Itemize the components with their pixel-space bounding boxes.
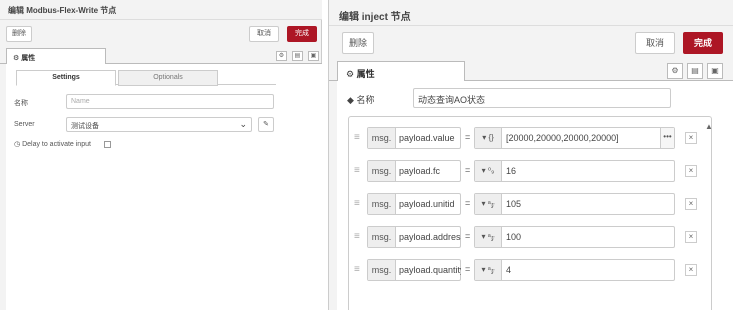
- property-value-field[interactable]: ▾ ᵃ𝓏 4: [474, 259, 675, 281]
- server-value: 测试设备: [71, 123, 99, 130]
- name-label: 名称: [14, 100, 28, 107]
- type-select[interactable]: ▾ ᵃ𝓏: [475, 194, 502, 214]
- property-value-field[interactable]: ▾ {} [20000,20000,20000,20000] •••: [474, 127, 675, 149]
- pencil-icon: ✎: [263, 121, 269, 128]
- modbus-edit-panel: 编辑 Modbus-Flex-Write 节点 删除 取消 完成 ⚙ 属性 ⚙ …: [0, 0, 322, 310]
- tab-bar: ⚙ 属性 ⚙ ▤ ▣: [0, 48, 322, 65]
- property-name-field[interactable]: msg. payload.quantity: [367, 259, 461, 281]
- panel-title: 编辑 inject 节点: [329, 0, 733, 26]
- scroll-up-icon[interactable]: ▲: [705, 122, 713, 131]
- tag-icon: ◆: [347, 95, 354, 105]
- appearance-icon[interactable]: ▣: [308, 51, 319, 61]
- gear-icon[interactable]: ⚙: [667, 63, 683, 79]
- properties-content: ◆ 名称 动态查询AO状态 ▲ ≡ msg. payload.value = ▾…: [337, 81, 733, 310]
- list-item: ≡ msg. payload.address = ▾ ᵃ𝓏 100 ×: [349, 226, 697, 248]
- remove-button[interactable]: ×: [685, 198, 697, 210]
- equals-sign: =: [465, 132, 471, 142]
- subtab-settings[interactable]: Settings: [16, 70, 116, 86]
- gear-icon[interactable]: ⚙: [276, 51, 287, 61]
- type-select[interactable]: ▾ ᵃ𝓏: [475, 260, 502, 280]
- property-list: ▲ ≡ msg. payload.value = ▾ {} [20000,200…: [348, 116, 713, 310]
- panel-title: 编辑 Modbus-Flex-Write 节点: [0, 0, 322, 20]
- property-value-field[interactable]: ▾ ⁰₉ 16: [474, 160, 675, 182]
- tab-properties[interactable]: ⚙ 属性: [337, 61, 465, 82]
- drag-handle-icon[interactable]: ≡: [354, 231, 360, 242]
- property-name-field[interactable]: msg. payload.fc: [367, 160, 461, 182]
- equals-sign: =: [465, 264, 471, 274]
- delay-checkbox[interactable]: [104, 141, 111, 148]
- cancel-button[interactable]: 取消: [635, 32, 675, 54]
- equals-sign: =: [465, 231, 471, 241]
- appearance-icon[interactable]: ▣: [707, 63, 723, 79]
- list-item: ≡ msg. payload.unitid = ▾ ᵃ𝓏 105 ×: [349, 193, 697, 215]
- expand-editor-button[interactable]: •••: [660, 128, 674, 148]
- delay-label: ◷ Delay to activate input: [14, 141, 91, 148]
- remove-button[interactable]: ×: [685, 165, 697, 177]
- equals-sign: =: [465, 165, 471, 175]
- description-icon[interactable]: ▤: [292, 51, 303, 61]
- delete-button[interactable]: 删除: [342, 32, 374, 54]
- description-icon[interactable]: ▤: [687, 63, 703, 79]
- list-item: ≡ msg. payload.fc = ▾ ⁰₉ 16 ×: [349, 160, 697, 182]
- edit-server-button[interactable]: ✎: [258, 117, 274, 132]
- action-bar: 删除 取消 完成: [0, 21, 322, 47]
- delete-button[interactable]: 删除: [6, 26, 32, 42]
- property-value-field[interactable]: ▾ ᵃ𝓏 105: [474, 193, 675, 215]
- type-select[interactable]: ▾ {}: [475, 128, 502, 148]
- drag-handle-icon[interactable]: ≡: [354, 132, 360, 143]
- drag-handle-icon[interactable]: ≡: [354, 264, 360, 275]
- remove-button[interactable]: ×: [685, 264, 697, 276]
- server-label: Server: [14, 121, 35, 128]
- property-name-field[interactable]: msg. payload.unitid: [367, 193, 461, 215]
- chevron-down-icon: ⌄: [239, 119, 247, 129]
- type-select[interactable]: ▾ ᵃ𝓏: [475, 227, 502, 247]
- subtab-optionals[interactable]: Optionals: [118, 70, 218, 86]
- name-input[interactable]: 动态查询AO状态: [413, 88, 671, 108]
- list-item: ≡ msg. payload.value = ▾ {} [20000,20000…: [349, 127, 697, 149]
- name-label: ◆ 名称: [347, 95, 375, 105]
- done-button[interactable]: 完成: [287, 26, 317, 42]
- tab-bar: ⚙ 属性 ⚙ ▤ ▣: [329, 61, 733, 82]
- inject-edit-panel: 编辑 inject 节点 删除 取消 完成 ⚙ 属性 ⚙ ▤ ▣ ◆ 名称 动态…: [328, 0, 733, 310]
- clock-icon: ◷: [14, 141, 21, 148]
- type-select[interactable]: ▾ ⁰₉: [475, 161, 502, 181]
- drag-handle-icon[interactable]: ≡: [354, 165, 360, 176]
- server-select[interactable]: 测试设备 ⌄: [66, 117, 252, 132]
- property-name-field[interactable]: msg. payload.value: [367, 127, 461, 149]
- subtab-bar: Settings Optionals: [16, 70, 276, 86]
- cancel-button[interactable]: 取消: [249, 26, 279, 42]
- drag-handle-icon[interactable]: ≡: [354, 198, 360, 209]
- list-item: ≡ msg. payload.quantity = ▾ ᵃ𝓏 4 ×: [349, 259, 697, 281]
- name-input[interactable]: Name: [66, 94, 274, 109]
- properties-content: Settings Optionals 名称 Name Server 测试设备 ⌄…: [6, 64, 322, 310]
- remove-button[interactable]: ×: [685, 132, 697, 144]
- tab-properties[interactable]: ⚙ 属性: [6, 48, 106, 65]
- property-value-field[interactable]: ▾ ᵃ𝓏 100: [474, 226, 675, 248]
- equals-sign: =: [465, 198, 471, 208]
- done-button[interactable]: 完成: [683, 32, 723, 54]
- property-name-field[interactable]: msg. payload.address: [367, 226, 461, 248]
- remove-button[interactable]: ×: [685, 231, 697, 243]
